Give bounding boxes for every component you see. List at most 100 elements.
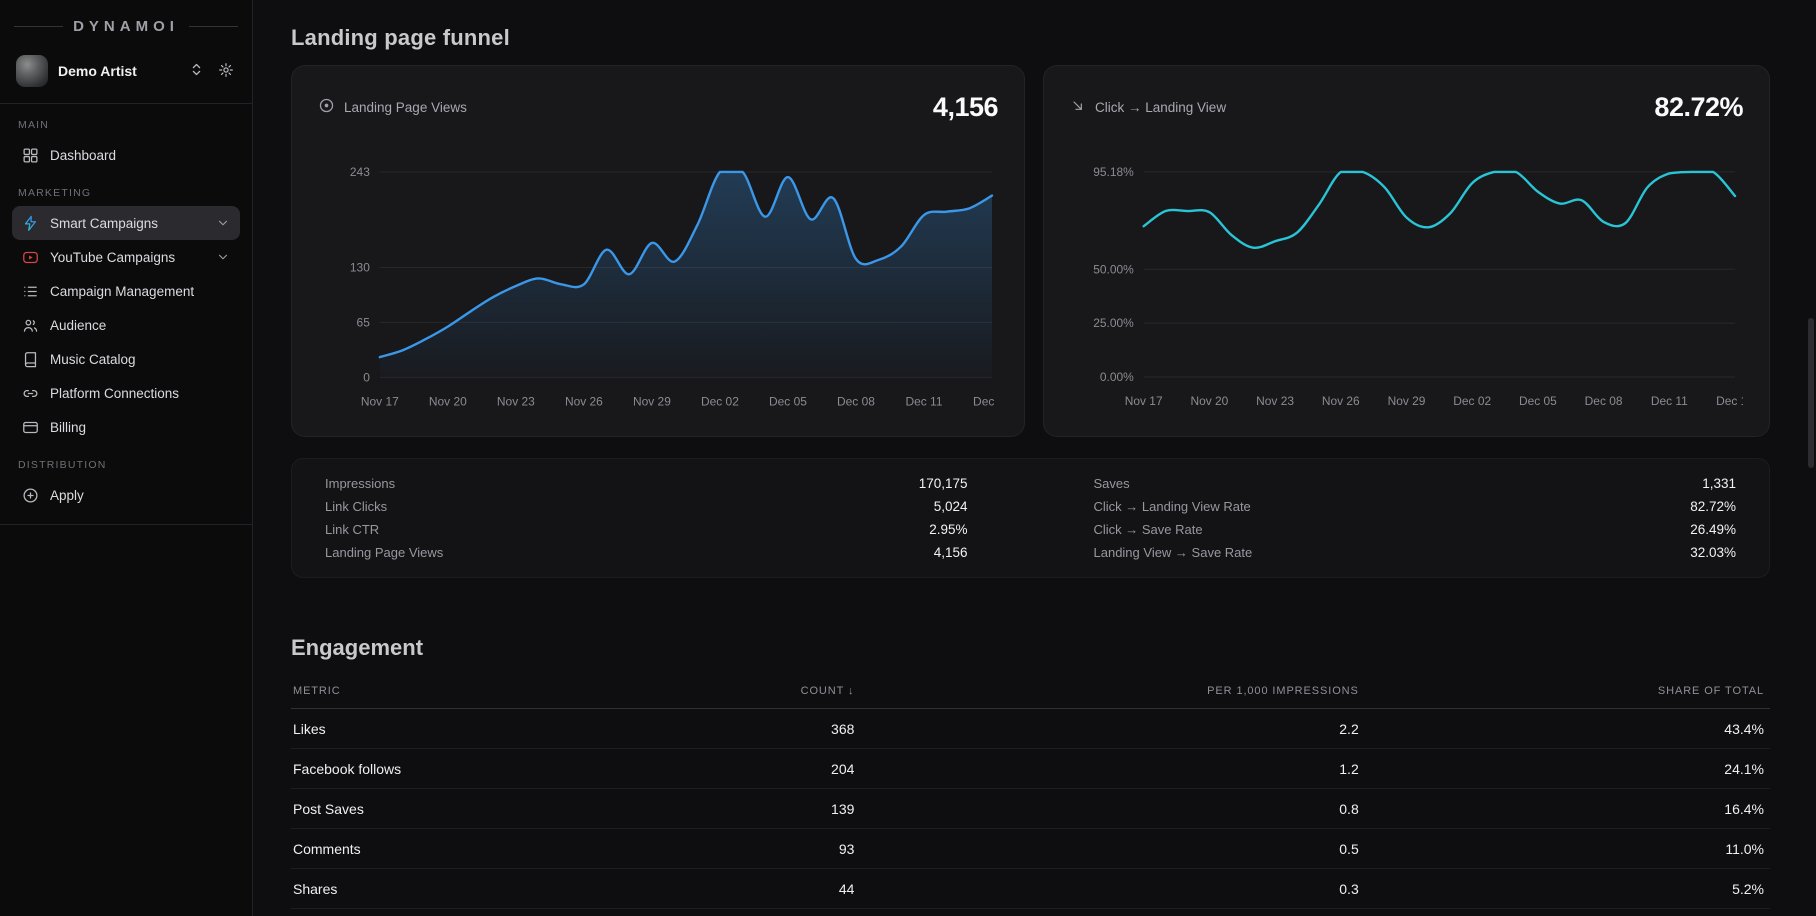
engagement-title: Engagement bbox=[291, 635, 1770, 661]
eye-icon bbox=[318, 97, 335, 117]
engagement-header-row: METRIC COUNT ↓ PER 1,000 IMPRESSIONS SHA… bbox=[291, 685, 1770, 709]
funnel-cards-row: Landing Page Views 4,156 065130243Nov 17… bbox=[291, 65, 1770, 437]
list-icon bbox=[22, 283, 39, 300]
stat-row: Click → Save Rate26.49% bbox=[1074, 518, 1757, 541]
profile-name: Demo Artist bbox=[58, 63, 177, 79]
metric-cell: Facebook follows bbox=[291, 749, 646, 789]
svg-text:Dec 02: Dec 02 bbox=[1453, 394, 1491, 408]
card-label: Landing Page Views bbox=[318, 97, 467, 117]
sidebar-item-smart-campaigns[interactable]: Smart Campaigns bbox=[12, 206, 240, 240]
credit-card-icon bbox=[22, 419, 39, 436]
table-row: Facebook follows 204 1.2 24.1% bbox=[291, 749, 1770, 789]
stat-value: 82.72% bbox=[1690, 499, 1736, 514]
svg-text:Nov 17: Nov 17 bbox=[1125, 394, 1163, 408]
engagement-table: METRIC COUNT ↓ PER 1,000 IMPRESSIONS SHA… bbox=[291, 685, 1770, 909]
stat-value: 5,024 bbox=[934, 499, 968, 514]
card-title: Click → Landing View bbox=[1095, 100, 1226, 115]
section-label-distribution: DISTRIBUTION bbox=[18, 459, 234, 471]
svg-text:Nov 20: Nov 20 bbox=[1190, 394, 1228, 408]
svg-text:130: 130 bbox=[350, 260, 370, 274]
sidebar-item-campaign-management[interactable]: Campaign Management bbox=[12, 274, 240, 308]
metric-cell: Comments bbox=[291, 829, 646, 869]
per-1000-cell: 0.8 bbox=[860, 789, 1364, 829]
plus-circle-icon bbox=[22, 487, 39, 504]
sidebar-item-music-catalog[interactable]: Music Catalog bbox=[12, 342, 240, 376]
stat-value: 1,331 bbox=[1702, 476, 1736, 491]
sidebar-item-youtube-campaigns[interactable]: YouTube Campaigns bbox=[12, 240, 240, 274]
landing-page-views-chart: 065130243Nov 17Nov 20Nov 23Nov 26Nov 29D… bbox=[318, 156, 998, 413]
svg-text:Nov 26: Nov 26 bbox=[565, 394, 603, 408]
share-cell: 24.1% bbox=[1365, 749, 1770, 789]
page-title: Landing page funnel bbox=[291, 25, 1770, 51]
gear-icon bbox=[218, 62, 234, 81]
count-cell: 93 bbox=[646, 829, 860, 869]
sidebar-item-label: Campaign Management bbox=[50, 284, 194, 299]
funnel-stats-panel: Impressions170,175 Link Clicks 5,024 Link… bbox=[291, 458, 1770, 578]
sidebar-nav-distribution: Apply bbox=[12, 478, 240, 512]
profile-switcher-button[interactable] bbox=[187, 60, 206, 82]
stat-row: Impressions170,175 bbox=[305, 472, 988, 495]
column-header-per-1000[interactable]: PER 1,000 IMPRESSIONS bbox=[860, 685, 1364, 709]
svg-text:25.00%: 25.00% bbox=[1093, 316, 1134, 330]
arrow-down-right-icon bbox=[1070, 98, 1086, 117]
sidebar-item-platform-connections[interactable]: Platform Connections bbox=[12, 376, 240, 410]
click-landing-view-card: Click → Landing View 82.72% 0.00%25.00%5… bbox=[1043, 65, 1770, 437]
sidebar-nav-main: Dashboard bbox=[12, 138, 240, 172]
stat-label: Landing View → Save Rate bbox=[1094, 545, 1253, 560]
svg-text:Nov 29: Nov 29 bbox=[633, 394, 671, 408]
column-header-metric[interactable]: METRIC bbox=[291, 685, 646, 709]
sidebar-item-apply[interactable]: Apply bbox=[12, 478, 240, 512]
sidebar-item-dashboard[interactable]: Dashboard bbox=[12, 138, 240, 172]
svg-text:Dec 14: Dec 14 bbox=[1716, 394, 1743, 408]
share-cell: 43.4% bbox=[1365, 709, 1770, 749]
svg-text:Nov 29: Nov 29 bbox=[1388, 394, 1426, 408]
svg-text:Dec 08: Dec 08 bbox=[837, 394, 875, 408]
artist-profile: Demo Artist bbox=[12, 49, 240, 93]
scrollbar-thumb[interactable] bbox=[1808, 318, 1814, 468]
count-cell: 204 bbox=[646, 749, 860, 789]
logo-decor-line bbox=[189, 26, 238, 27]
count-cell: 368 bbox=[646, 709, 860, 749]
users-icon bbox=[22, 317, 39, 334]
stat-value: 2.95% bbox=[929, 522, 967, 537]
stat-label: Link CTR bbox=[325, 522, 379, 537]
metric-cell: Likes bbox=[291, 709, 646, 749]
per-1000-cell: 1.2 bbox=[860, 749, 1364, 789]
per-1000-cell: 2.2 bbox=[860, 709, 1364, 749]
app-window: DYNAMOI Demo Artist MAIN bbox=[0, 0, 1816, 916]
svg-text:Nov 23: Nov 23 bbox=[497, 394, 535, 408]
sidebar-divider bbox=[0, 524, 252, 525]
sidebar-item-label: Billing bbox=[50, 420, 86, 435]
column-header-count[interactable]: COUNT ↓ bbox=[646, 685, 860, 709]
count-cell: 139 bbox=[646, 789, 860, 829]
table-row: Post Saves 139 0.8 16.4% bbox=[291, 789, 1770, 829]
sidebar-item-label: Audience bbox=[50, 318, 106, 333]
stat-value: 4,156 bbox=[934, 545, 968, 560]
sidebar-item-billing[interactable]: Billing bbox=[12, 410, 240, 444]
sidebar-item-label: Apply bbox=[50, 488, 84, 503]
stat-label: Click → Save Rate bbox=[1094, 522, 1203, 537]
stat-row: Landing Page Views4,156 bbox=[305, 541, 988, 564]
svg-text:Dec 05: Dec 05 bbox=[769, 394, 807, 408]
count-cell: 44 bbox=[646, 869, 860, 909]
stat-label: Saves bbox=[1094, 476, 1130, 491]
svg-text:Dec 08: Dec 08 bbox=[1585, 394, 1623, 408]
stat-label: Link Clicks bbox=[325, 499, 387, 514]
table-row: Shares 44 0.3 5.2% bbox=[291, 869, 1770, 909]
svg-text:Nov 26: Nov 26 bbox=[1322, 394, 1360, 408]
sidebar-item-audience[interactable]: Audience bbox=[12, 308, 240, 342]
svg-text:Dec 02: Dec 02 bbox=[701, 394, 739, 408]
svg-text:Nov 20: Nov 20 bbox=[429, 394, 467, 408]
svg-text:Dec 11: Dec 11 bbox=[1651, 394, 1688, 408]
card-value: 4,156 bbox=[933, 92, 998, 123]
svg-text:0: 0 bbox=[363, 370, 370, 384]
settings-button[interactable] bbox=[216, 60, 236, 83]
app-logo: DYNAMOI bbox=[12, 12, 240, 37]
stat-label: Click → Landing View Rate bbox=[1094, 499, 1251, 514]
stat-label: Impressions bbox=[325, 476, 395, 491]
stat-row: Link CTR 2.95% bbox=[305, 518, 988, 541]
column-header-share[interactable]: SHARE OF TOTAL bbox=[1365, 685, 1770, 709]
svg-text:Nov 23: Nov 23 bbox=[1256, 394, 1294, 408]
svg-text:Dec 05: Dec 05 bbox=[1519, 394, 1557, 408]
sidebar-nav-marketing: Smart Campaigns YouTube Campaigns Campai bbox=[12, 206, 240, 444]
